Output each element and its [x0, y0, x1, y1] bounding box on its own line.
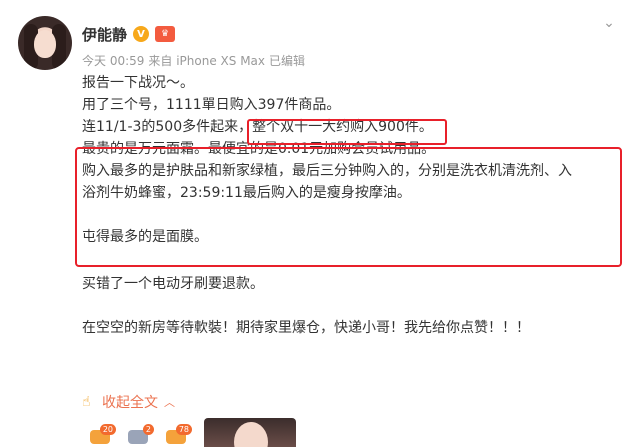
collapse-button[interactable]: ☝ 收起全文 ︿ — [82, 392, 175, 412]
reaction-item[interactable]: 20 — [88, 424, 116, 444]
reaction-count: 78 — [175, 424, 192, 435]
verified-icon: V — [133, 26, 150, 42]
post-line: 买错了一个电动牙刷要退款。 — [82, 276, 264, 292]
username[interactable]: 伊能静 — [82, 24, 127, 45]
reaction-item[interactable]: 78 — [164, 424, 192, 444]
collapse-label: 收起全文 — [102, 395, 158, 411]
highlighted-text: 整个双十一大约购入900件。 — [252, 119, 433, 135]
post-line: 购入最多的是护肤品和新家绿植，最后三分钟购入的，分别是洗衣机清洗剂、入 — [82, 163, 572, 179]
photo-thumbnail[interactable] — [204, 418, 296, 447]
post-line-part: 连11/1-3的500多件起来， — [82, 119, 253, 135]
user-row: 伊能静 V ♛ — [82, 22, 176, 46]
post-meta: 今天 00:59 来自 iPhone XS Max 已编辑 — [82, 52, 305, 69]
post-line: 最贵的是万元面霜。最便宜的是0.01元加购会员试用品。 — [82, 141, 436, 157]
avatar[interactable] — [18, 16, 72, 70]
chevron-up-icon: ︿ — [164, 396, 175, 409]
reaction-item[interactable]: 2 — [126, 424, 154, 444]
pointing-hand-icon: ☝ — [82, 394, 91, 410]
post-line: 报告一下战况～。 — [82, 75, 194, 91]
post-line: 屯得最多的是面膜。 — [82, 229, 208, 245]
post-text: 报告一下战况～。 用了三个号，1111單日购入397件商品。 连11/1-3的5… — [82, 72, 630, 339]
reaction-row: 20 2 78 — [88, 424, 192, 444]
post-line: 在空空的新房等待軟裝！期待家里爆仓，快递小哥！我先给你点赞！！！ — [82, 320, 530, 336]
chevron-down-icon[interactable]: ⌄ — [600, 14, 618, 32]
member-crown-icon: ♛ — [155, 26, 176, 42]
thumbnail-face — [234, 422, 268, 447]
post-line: 浴剂牛奶蜂蜜，23:59:11最后购入的是瘦身按摩油。 — [82, 185, 411, 201]
edited-label[interactable]: 已编辑 — [269, 52, 305, 69]
post-line: 连11/1-3的500多件起来，整个双十一大约购入900件。 — [82, 116, 630, 138]
post-source: 来自 iPhone XS Max — [148, 54, 266, 68]
reaction-count: 20 — [99, 424, 116, 435]
post-line: 用了三个号，1111單日购入397件商品。 — [82, 97, 341, 113]
post-time[interactable]: 今天 00:59 — [82, 52, 144, 69]
avatar-face — [34, 30, 56, 58]
reaction-count: 2 — [142, 424, 154, 435]
